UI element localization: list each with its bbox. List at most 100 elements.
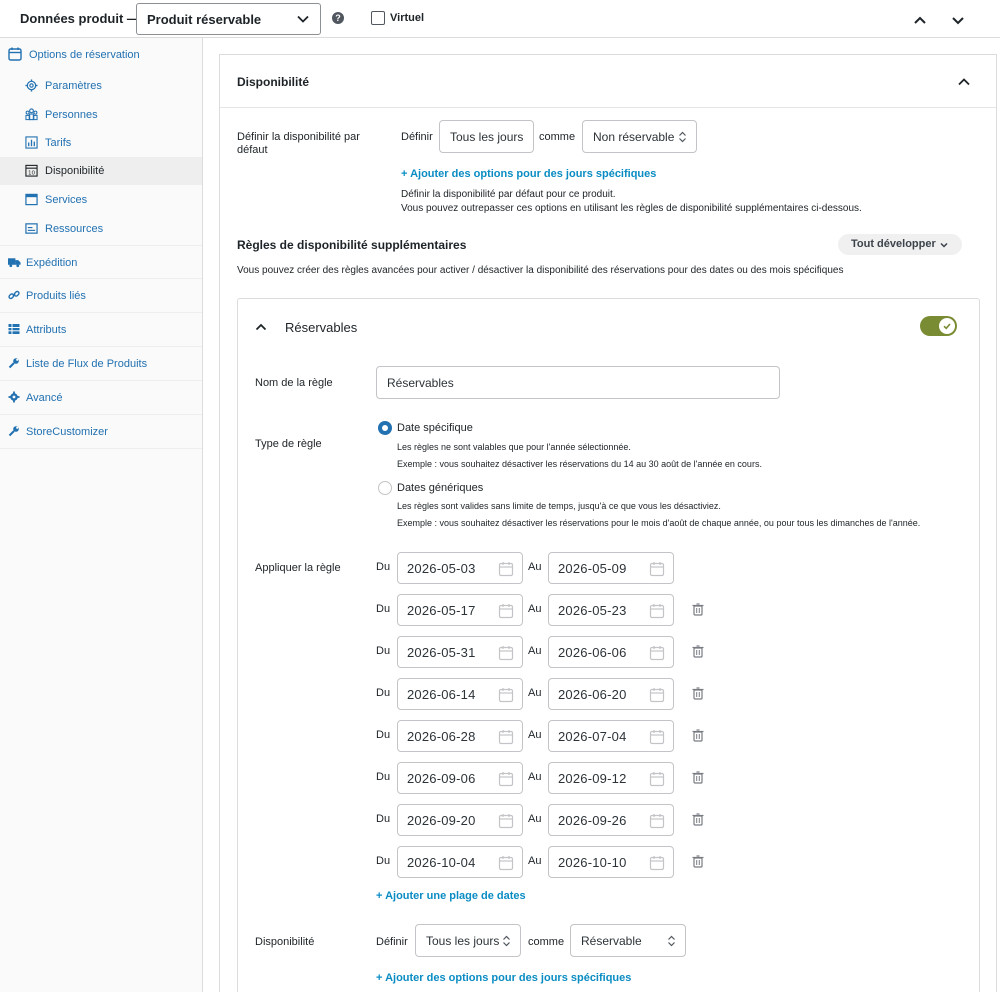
date-from-value: 2026-10-04 [407, 855, 476, 870]
calendar-icon[interactable] [498, 729, 514, 748]
tab-attributs[interactable]: Attributs [0, 313, 202, 347]
date-from-input[interactable]: 2026-06-14 [397, 678, 523, 710]
chevron-up-icon[interactable] [956, 74, 972, 90]
calendar-icon[interactable] [498, 561, 514, 580]
date-to-input[interactable]: 2026-05-09 [548, 552, 674, 584]
product-data-header: Données produit — Produit réservable ? V… [0, 0, 1000, 38]
trash-icon[interactable] [692, 603, 704, 619]
date-from-input[interactable]: 2026-09-20 [397, 804, 523, 836]
add-date-range-link[interactable]: + Ajouter une plage de dates [376, 890, 526, 902]
to-label: Au [528, 771, 542, 783]
calendar-day-icon: 10 [25, 164, 38, 177]
window-icon [25, 193, 38, 206]
calendar-icon[interactable] [498, 771, 514, 790]
date-from-input[interactable]: 2026-05-31 [397, 636, 523, 668]
subtab-services[interactable]: Services [0, 186, 202, 214]
tab-produits-lies[interactable]: Produits liés [0, 279, 202, 313]
radio-generic-dates[interactable] [378, 481, 392, 495]
date-from-input[interactable]: 2026-09-06 [397, 762, 523, 794]
date-to-input[interactable]: 2026-05-23 [548, 594, 674, 626]
availability-help-2: Vous pouvez outrepasser ces options en u… [401, 203, 862, 214]
virtual-checkbox[interactable] [371, 11, 385, 25]
tab-expedition[interactable]: Expédition [0, 245, 202, 279]
rule-status-value: Réservable [581, 934, 642, 948]
date-to-input[interactable]: 2026-09-26 [548, 804, 674, 836]
trash-icon[interactable] [692, 771, 704, 787]
subtab-disponibilite[interactable]: 10 Disponibilité [0, 157, 202, 185]
date-to-input[interactable]: 2026-07-04 [548, 720, 674, 752]
tab-liste-flux[interactable]: Liste de Flux de Produits [0, 347, 202, 381]
move-down-icon[interactable] [948, 10, 968, 30]
trash-icon[interactable] [692, 729, 704, 745]
tab-produits-lies-label: Produits liés [26, 290, 86, 302]
card-icon [25, 223, 38, 234]
subtab-personnes[interactable]: Personnes [0, 101, 202, 129]
rule-status-select[interactable]: Réservable [570, 924, 686, 957]
date-from-input[interactable]: 2026-06-28 [397, 720, 523, 752]
trash-icon[interactable] [692, 645, 704, 661]
date-to-value: 2026-07-04 [558, 729, 627, 744]
subtab-ressources[interactable]: Ressources [0, 215, 202, 243]
radio-specific-date[interactable] [378, 421, 392, 435]
tab-storecustomizer-label: StoreCustomizer [26, 426, 108, 438]
calendar-icon[interactable] [649, 687, 665, 706]
calendar-icon[interactable] [649, 771, 665, 790]
tab-liste-flux-label: Liste de Flux de Produits [26, 358, 148, 370]
rule-enabled-toggle[interactable] [920, 316, 957, 336]
calendar-icon[interactable] [498, 687, 514, 706]
calendar-icon[interactable] [498, 813, 514, 832]
date-from-input[interactable]: 2026-05-03 [397, 552, 523, 584]
updown-icon [679, 131, 686, 143]
calendar-icon[interactable] [649, 855, 665, 874]
calendar-icon[interactable] [649, 603, 665, 622]
calendar-icon[interactable] [498, 855, 514, 874]
tab-attributs-label: Attributs [26, 324, 67, 336]
subtab-parametres[interactable]: Paramètres [0, 72, 202, 100]
date-to-input[interactable]: 2026-06-20 [548, 678, 674, 710]
tab-avance[interactable]: Avancé [0, 381, 202, 415]
date-to-input[interactable]: 2026-10-10 [548, 846, 674, 878]
rule-title: Réservables [285, 320, 358, 335]
calendar-icon[interactable] [649, 645, 665, 664]
calendar-icon[interactable] [649, 813, 665, 832]
rule-days-select[interactable]: Tous les jours [415, 924, 521, 957]
people-icon [25, 108, 38, 121]
product-type-value: Produit réservable [147, 12, 262, 27]
default-days-select[interactable]: Tous les jours [439, 120, 534, 153]
tab-storecustomizer[interactable]: StoreCustomizer [0, 415, 202, 449]
from-label: Du [376, 603, 391, 615]
calendar-icon[interactable] [649, 561, 665, 580]
toggle-knob [939, 318, 955, 334]
subtab-tarifs[interactable]: Tarifs [0, 129, 202, 157]
default-status-select[interactable]: Non réservable [582, 120, 697, 153]
calendar-icon[interactable] [649, 729, 665, 748]
date-from-value: 2026-09-20 [407, 813, 476, 828]
trash-icon[interactable] [692, 687, 704, 703]
date-from-input[interactable]: 2026-10-04 [397, 846, 523, 878]
rule-name-input[interactable]: Réservables [376, 366, 780, 399]
help-icon[interactable]: ? [332, 12, 344, 24]
rule-add-specific-days-link[interactable]: + Ajouter des options pour des jours spé… [376, 972, 631, 984]
trash-icon[interactable] [692, 855, 704, 871]
calendar-icon[interactable] [498, 645, 514, 664]
expand-all-button[interactable]: Tout développer [838, 234, 962, 255]
date-to-input[interactable]: 2026-06-06 [548, 636, 674, 668]
move-up-icon[interactable] [910, 10, 930, 30]
collapse-rule-icon[interactable] [254, 320, 268, 334]
rule-type-label: Type de règle [255, 438, 322, 450]
wrench-icon [8, 358, 19, 369]
date-from-input[interactable]: 2026-05-17 [397, 594, 523, 626]
date-to-value: 2026-06-06 [558, 645, 627, 660]
product-type-select[interactable]: Produit réservable [136, 3, 321, 35]
tab-booking-options-label: Options de réservation [29, 49, 140, 61]
from-label: Du [376, 561, 391, 573]
date-to-value: 2026-05-09 [558, 561, 627, 576]
tab-booking-options[interactable]: Options de réservation [0, 38, 202, 72]
date-to-input[interactable]: 2026-09-12 [548, 762, 674, 794]
rule-define-label: Définir [376, 936, 408, 948]
trash-icon[interactable] [692, 813, 704, 829]
from-label: Du [376, 771, 391, 783]
calendar-icon[interactable] [498, 603, 514, 622]
subtab-ressources-label: Ressources [45, 223, 104, 235]
add-specific-days-link[interactable]: + Ajouter des options pour des jours spé… [401, 168, 656, 180]
